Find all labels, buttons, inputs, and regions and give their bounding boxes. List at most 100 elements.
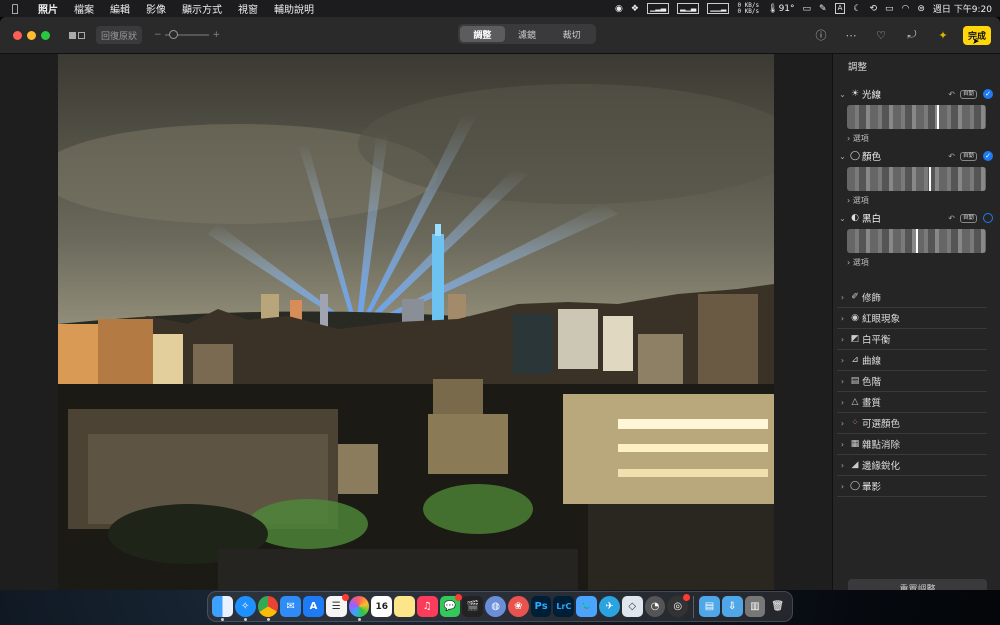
input-source-icon[interactable]: A xyxy=(834,3,846,14)
photoshop-icon[interactable]: Ps xyxy=(530,596,552,617)
light-slider-handle[interactable] xyxy=(937,105,939,129)
photo-city-night[interactable] xyxy=(58,54,774,590)
options-toggle[interactable]: › 選項 xyxy=(847,195,993,206)
bw-slider-strip[interactable] xyxy=(847,229,986,253)
menu-image[interactable]: 影像 xyxy=(138,1,174,16)
undo-icon[interactable]: ↶ xyxy=(948,90,955,99)
color-slider-handle[interactable] xyxy=(929,167,931,191)
undo-icon[interactable]: ↶ xyxy=(948,152,955,161)
final-cut-pro-icon[interactable]: 🎬 xyxy=(462,596,484,617)
network-radar-icon[interactable]: ◇ xyxy=(621,596,643,617)
notes-icon[interactable] xyxy=(394,596,415,617)
zoom-window-button[interactable] xyxy=(41,31,50,40)
tab-crop[interactable]: 裁切 xyxy=(549,26,594,42)
app-store-icon[interactable]: A xyxy=(303,596,324,617)
checkmark-off-icon[interactable] xyxy=(983,213,993,223)
zoom-knob[interactable] xyxy=(168,30,178,39)
revert-button[interactable]: 回復原狀 xyxy=(96,26,142,44)
adjust-light-header[interactable]: ⌄ ☀ 光線 ↶ 自動 ✓ xyxy=(837,87,993,101)
auto-button[interactable]: 自動 xyxy=(959,151,977,161)
finder-icon[interactable] xyxy=(212,596,233,621)
more-icon[interactable]: ⋯ xyxy=(843,27,859,43)
chevron-down-icon[interactable]: ⌄ xyxy=(837,90,848,99)
tab-filters[interactable]: 濾鏡 xyxy=(505,26,550,42)
network-stats[interactable]: 0 KB/s 0 KB/s xyxy=(737,2,759,15)
rotate-icon[interactable]: ⤾ xyxy=(904,27,920,43)
menu-help[interactable]: 輔助說明 xyxy=(266,1,322,16)
zoom-in-icon[interactable]: + xyxy=(212,30,220,40)
apple-menu-icon[interactable]:  xyxy=(0,2,30,15)
adjust-noise-reduction[interactable]: › ▦ 雜點消除 xyxy=(837,434,987,455)
calendar-icon[interactable]: 16 xyxy=(371,596,393,617)
zoom-track[interactable] xyxy=(164,30,210,39)
chrome-icon[interactable] xyxy=(257,596,279,621)
reset-adjustments-button[interactable]: 重置調整 xyxy=(848,579,987,590)
zoom-slider[interactable]: − + xyxy=(154,26,220,44)
time-machine-icon[interactable]: ⟲ xyxy=(869,4,877,14)
wifi-icon[interactable]: ◠ xyxy=(902,4,910,14)
adjust-retouch[interactable]: › ✐ 修飾 xyxy=(837,287,987,308)
adjust-definition[interactable]: › △ 畫質 xyxy=(837,392,987,413)
telegram-icon[interactable]: ✈ xyxy=(599,596,620,617)
checkmark-icon[interactable]: ✓ xyxy=(983,89,993,99)
preview-stack-icon[interactable]: ▥ xyxy=(744,596,766,617)
pixelmator-icon[interactable]: ❀ xyxy=(507,596,529,617)
chevron-down-icon[interactable]: ⌄ xyxy=(837,152,848,161)
clock[interactable]: 週日 下午9:20 xyxy=(933,2,992,15)
menu-view[interactable]: 顯示方式 xyxy=(174,1,230,16)
downloads-folder-icon[interactable]: ⇩ xyxy=(721,596,743,617)
checkmark-icon[interactable]: ✓ xyxy=(983,151,993,161)
light-slider-strip[interactable] xyxy=(847,105,986,129)
options-toggle[interactable]: › 選項 xyxy=(847,257,993,268)
record-icon[interactable]: ◉ xyxy=(615,4,623,14)
lightroom-classic-icon[interactable]: LrC xyxy=(553,596,575,617)
adjust-selective-color[interactable]: › ⁘ 可選顏色 xyxy=(837,413,987,434)
monitor-icon[interactable]: ◔ xyxy=(644,596,666,617)
adjust-levels[interactable]: › ▤ 色階 xyxy=(837,371,987,392)
music-icon[interactable]: ♫ xyxy=(416,596,438,617)
adjust-red-eye[interactable]: › ◉ 紅眼現象 xyxy=(837,308,987,329)
menu-app[interactable]: 照片 xyxy=(30,1,66,16)
chevron-down-icon[interactable]: ⌄ xyxy=(837,214,848,223)
heart-icon[interactable]: ♡ xyxy=(873,27,889,43)
adjust-white-balance[interactable]: › ◩ 白平衡 xyxy=(837,329,987,350)
photos-icon[interactable] xyxy=(348,596,370,621)
temperature-reading[interactable]: 🌡91° xyxy=(767,4,794,14)
compressor-icon[interactable]: ◍ xyxy=(485,596,506,617)
menu-window[interactable]: 視窗 xyxy=(230,1,266,16)
adjust-color-header[interactable]: ⌄ ◯ 顏色 ↶ 自動 ✓ xyxy=(837,149,993,163)
reminders-icon[interactable]: ☰ xyxy=(325,594,349,617)
adjust-bw-header[interactable]: ⌄ ◐ 黑白 ↶ 自動 xyxy=(837,211,993,225)
auto-button[interactable]: 自動 xyxy=(959,89,977,99)
menu-file[interactable]: 檔案 xyxy=(66,1,102,16)
zoom-out-icon[interactable]: − xyxy=(154,30,162,40)
undo-icon[interactable]: ↶ xyxy=(948,214,955,223)
cpu-graph-icon[interactable]: ▁▂▃ xyxy=(646,3,670,14)
safari-icon[interactable]: ✧ xyxy=(234,596,256,621)
dropbox-icon[interactable]: ❖ xyxy=(631,4,639,14)
adjust-curves[interactable]: › ⊿ 曲線 xyxy=(837,350,987,371)
adjust-sharpen[interactable]: › ◢ 邊緣銳化 xyxy=(837,455,987,476)
disk-graph-icon[interactable]: ▁▁▂ xyxy=(707,3,730,14)
mail-icon[interactable]: ✉ xyxy=(280,596,302,617)
memory-graph-icon[interactable]: ▂▁▃ xyxy=(677,3,700,14)
control-center-icon[interactable]: ⊜ xyxy=(917,4,925,14)
options-toggle[interactable]: › 選項 xyxy=(847,133,993,144)
tweetbot-icon[interactable]: 🐦 xyxy=(576,596,598,617)
close-window-button[interactable] xyxy=(13,31,22,40)
bw-slider-handle[interactable] xyxy=(916,229,918,253)
auto-button[interactable]: 自動 xyxy=(959,213,977,223)
color-slider-strip[interactable] xyxy=(847,167,986,191)
compare-toggle-icon[interactable] xyxy=(66,26,88,44)
tab-adjust[interactable]: 調整 xyxy=(460,26,505,42)
adjust-vignette[interactable]: › ◯ 暈影 xyxy=(837,476,987,497)
trash-icon[interactable]: 🗑 xyxy=(767,596,788,617)
pen-icon[interactable]: ✎ xyxy=(819,4,827,14)
minimize-window-button[interactable] xyxy=(27,31,36,40)
info-icon[interactable]: ⓘ xyxy=(813,27,829,43)
battery-icon[interactable]: ▭ xyxy=(885,4,894,14)
auto-enhance-icon[interactable]: ✦ xyxy=(935,27,951,43)
applications-folder-icon[interactable]: ▤ xyxy=(699,596,720,617)
focus-moon-icon[interactable]: ☾ xyxy=(853,4,861,14)
activity-icon[interactable]: ◎ xyxy=(667,594,691,617)
